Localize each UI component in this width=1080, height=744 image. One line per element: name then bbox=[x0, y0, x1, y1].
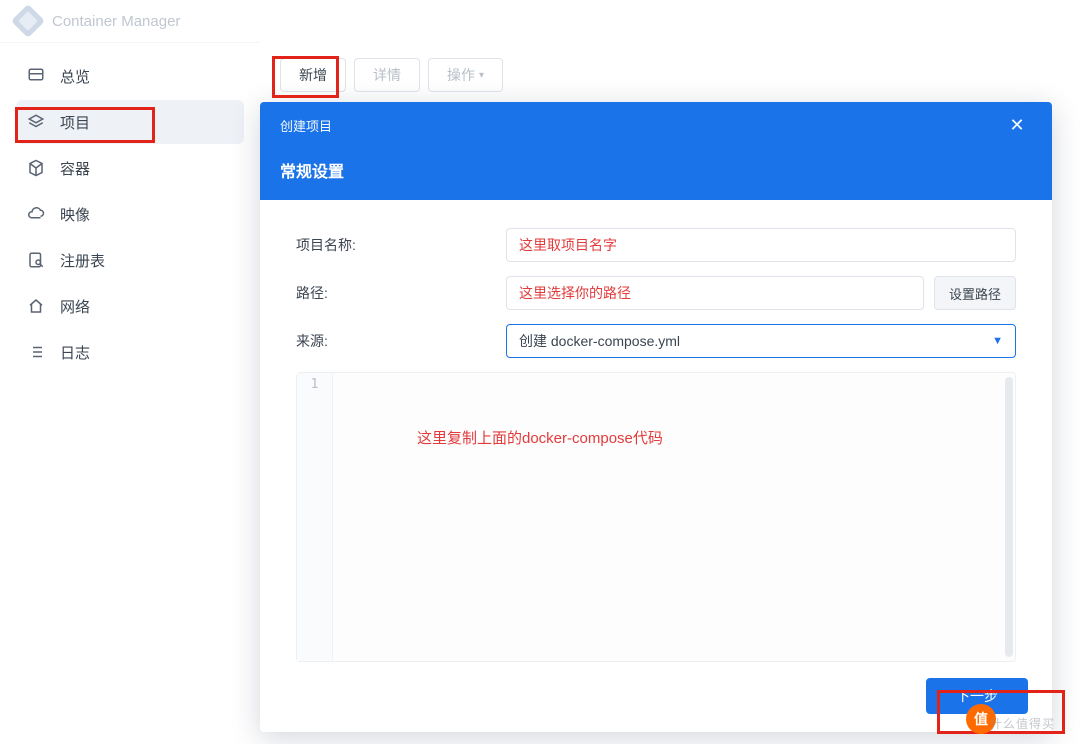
cloud-icon bbox=[26, 204, 46, 224]
sidebar-item-label: 映像 bbox=[60, 204, 90, 225]
sidebar-item-image[interactable]: 映像 bbox=[16, 192, 244, 236]
line-gutter: 1 bbox=[297, 373, 333, 661]
sidebar-item-label: 日志 bbox=[60, 342, 90, 363]
line-number: 1 bbox=[311, 377, 319, 392]
list-icon bbox=[26, 342, 46, 362]
sidebar-item-label: 注册表 bbox=[60, 250, 105, 271]
dashboard-icon bbox=[26, 66, 46, 86]
actions-label: 操作 bbox=[447, 65, 475, 85]
create-project-modal: 创建项目 ✕ 常规设置 项目名称: 路径: 设置路径 来源: 创建 docker… bbox=[260, 102, 1052, 732]
editor-hint: 这里复制上面的docker-compose代码 bbox=[417, 427, 663, 448]
sidebar: 总览 项目 容器 映像 注册表 网络 日志 bbox=[0, 42, 260, 744]
network-icon bbox=[26, 296, 46, 316]
app-logo bbox=[11, 4, 45, 38]
sidebar-item-network[interactable]: 网络 bbox=[16, 284, 244, 328]
actions-button[interactable]: 操作 ▾ bbox=[428, 58, 503, 92]
scrollbar[interactable] bbox=[1005, 377, 1013, 657]
layers-icon bbox=[26, 112, 46, 132]
sidebar-item-label: 项目 bbox=[60, 112, 90, 133]
sidebar-item-container[interactable]: 容器 bbox=[16, 146, 244, 190]
add-button[interactable]: 新增 bbox=[280, 58, 346, 92]
detail-button[interactable]: 详情 bbox=[354, 58, 420, 92]
sidebar-item-overview[interactable]: 总览 bbox=[16, 54, 244, 98]
code-editor[interactable]: 1 这里复制上面的docker-compose代码 bbox=[296, 372, 1016, 662]
sidebar-item-label: 容器 bbox=[60, 158, 90, 179]
sidebar-item-project[interactable]: 项目 bbox=[16, 100, 244, 144]
search-doc-icon bbox=[26, 250, 46, 270]
source-label: 来源: bbox=[296, 331, 506, 351]
project-name-input[interactable] bbox=[506, 228, 1016, 262]
sidebar-item-label: 网络 bbox=[60, 296, 90, 317]
sidebar-item-label: 总览 bbox=[60, 66, 90, 87]
watermark-text: 什么值得买 bbox=[990, 715, 1080, 732]
project-name-label: 项目名称: bbox=[296, 235, 506, 255]
path-label: 路径: bbox=[296, 283, 506, 303]
modal-title: 创建项目 bbox=[280, 116, 332, 135]
close-icon[interactable]: ✕ bbox=[1002, 112, 1032, 138]
path-input[interactable] bbox=[506, 276, 924, 310]
chevron-down-icon: ▾ bbox=[479, 70, 484, 81]
chevron-down-icon: ▼ bbox=[992, 335, 1003, 347]
app-title: Container Manager bbox=[52, 13, 180, 30]
sidebar-item-registry[interactable]: 注册表 bbox=[16, 238, 244, 282]
cube-icon bbox=[26, 158, 46, 178]
toolbar: 新增 详情 操作 ▾ bbox=[260, 42, 1080, 100]
source-select[interactable]: 创建 docker-compose.yml ▼ bbox=[506, 324, 1016, 358]
sidebar-item-log[interactable]: 日志 bbox=[16, 330, 244, 374]
set-path-button[interactable]: 设置路径 bbox=[934, 276, 1016, 310]
source-value: 创建 docker-compose.yml bbox=[519, 331, 680, 351]
modal-section-title: 常规设置 bbox=[280, 144, 1032, 200]
